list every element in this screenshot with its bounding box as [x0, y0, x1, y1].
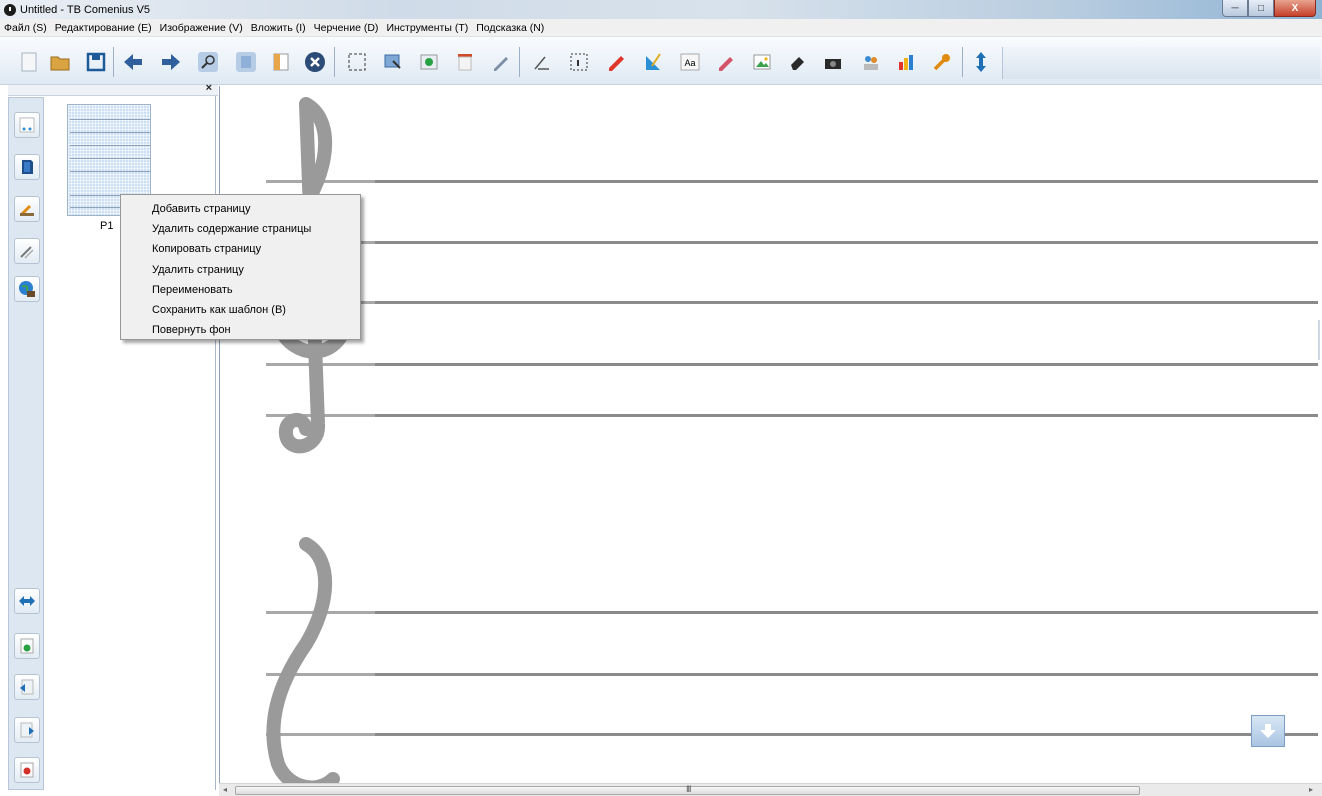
pencil-tools-icon[interactable] [14, 238, 40, 264]
stop-icon[interactable] [302, 49, 328, 75]
scroll-right-icon[interactable]: ▸ [1309, 785, 1313, 794]
eraser-icon[interactable] [785, 49, 811, 75]
menu-draw[interactable]: Черчение (D) [314, 22, 379, 34]
menu-item-add-page[interactable]: Добавить страницу [121, 199, 360, 219]
window-controls: ─ □ X [1222, 0, 1316, 17]
eraser-pen-icon[interactable] [713, 49, 739, 75]
menu-item-save-template[interactable]: Сохранить как шаблон (B) [121, 300, 360, 320]
toolbar-separator [334, 47, 335, 77]
menu-item-rename[interactable]: Переименовать [121, 280, 360, 300]
staff-line [375, 301, 1318, 304]
menu-item-copy-page[interactable]: Копировать страницу [121, 239, 360, 259]
save-icon[interactable] [83, 49, 109, 75]
camera-icon[interactable] [820, 49, 846, 75]
freehand-pen-icon[interactable] [529, 49, 555, 75]
pen-icon[interactable] [488, 49, 514, 75]
swap-arrows-icon[interactable] [14, 588, 40, 614]
main-toolbar: Aa [0, 37, 1322, 85]
expand-vertical-icon[interactable] [968, 49, 994, 75]
zoom-icon[interactable] [195, 49, 221, 75]
web-globe-icon[interactable] [14, 276, 40, 302]
vertical-scroll-indicator[interactable] [1318, 320, 1320, 360]
page-context-menu: Добавить страницу Удалить содержание стр… [120, 194, 361, 340]
menu-item-rotate-background[interactable]: Повернуть фон [121, 320, 360, 340]
close-button[interactable]: X [1274, 0, 1316, 17]
staff-line [375, 363, 1318, 366]
scrollbar-thumb[interactable]: III [235, 784, 1140, 795]
toolbar-separator [113, 47, 114, 77]
next-page-icon[interactable] [158, 49, 184, 75]
text-icon[interactable]: Aa [677, 49, 703, 75]
menu-help[interactable]: Подсказка (N) [476, 22, 544, 34]
menu-file[interactable]: Файл (S) [4, 22, 47, 34]
menu-bar: Файл (S) Редактирование (E) Изображение … [0, 19, 1322, 37]
thumbnail-staff-line [70, 119, 150, 120]
text-icon-label: Aa [684, 58, 695, 68]
toolbar-empty-area [1002, 47, 1320, 79]
book-icon[interactable] [14, 154, 40, 180]
note-icon[interactable] [268, 49, 294, 75]
menu-image[interactable]: Изображение (V) [160, 22, 243, 34]
thumbnail-staff-line [70, 145, 150, 146]
record-icon[interactable] [416, 49, 442, 75]
new-page-icon[interactable] [16, 49, 42, 75]
previous-page-icon[interactable] [14, 674, 40, 700]
staff-line [375, 673, 1318, 676]
thumbnail-staff-line [70, 171, 150, 172]
horizontal-scrollbar[interactable]: ◂ III ▸ [219, 783, 1322, 796]
curtain-icon[interactable] [452, 49, 478, 75]
tools-icon[interactable] [14, 196, 40, 222]
scroll-down-button[interactable] [1251, 715, 1285, 747]
scroll-left-icon[interactable]: ◂ [223, 785, 227, 794]
delete-page-icon[interactable] [14, 757, 40, 783]
next-page-icon[interactable] [14, 717, 40, 743]
minimize-button[interactable]: ─ [1222, 0, 1248, 17]
page-panel-header: × [8, 82, 218, 96]
page-layout-icon[interactable] [233, 49, 259, 75]
staff-line [375, 733, 1318, 736]
menu-edit[interactable]: Редактирование (E) [55, 22, 152, 34]
toolbar-separator [962, 47, 963, 77]
staff-line [375, 180, 1318, 183]
background-icon[interactable] [14, 112, 40, 138]
add-page-icon[interactable] [14, 633, 40, 659]
highlighter-icon[interactable] [604, 49, 630, 75]
down-arrow-icon [1260, 724, 1276, 738]
settings-wrench-icon[interactable] [929, 49, 955, 75]
left-tool-strip [8, 97, 44, 790]
title-bar: Untitled - TB Comenius V5 ─ □ X [0, 0, 1322, 19]
previous-page-icon[interactable] [120, 49, 146, 75]
menu-tools[interactable]: Инструменты (T) [386, 22, 468, 34]
treble-clef-icon [266, 537, 340, 783]
maximize-button[interactable]: □ [1248, 0, 1274, 17]
image-icon[interactable] [749, 49, 775, 75]
menu-insert[interactable]: Вложить (I) [251, 22, 306, 34]
staff-line [375, 414, 1318, 417]
open-folder-icon[interactable] [47, 49, 73, 75]
app-icon[interactable] [4, 3, 16, 16]
people-icon[interactable] [858, 49, 884, 75]
screen-capture-icon[interactable] [380, 49, 406, 75]
region-select-icon[interactable] [566, 49, 592, 75]
scrollbar-grip: III [686, 784, 691, 794]
staff-line [375, 611, 1318, 614]
menu-item-clear-page[interactable]: Удалить содержание страницы [121, 219, 360, 239]
panel-close-icon[interactable]: × [206, 82, 212, 94]
ruler-icon[interactable] [641, 49, 667, 75]
menu-item-delete-page[interactable]: Удалить страницу [121, 260, 360, 280]
select-area-icon[interactable] [344, 49, 370, 75]
thumbnail-staff-line [70, 132, 150, 133]
whiteboard-canvas[interactable] [219, 86, 1318, 783]
page-label: P1 [100, 220, 114, 232]
window-title: Untitled - TB Comenius V5 [20, 3, 151, 16]
toolbar-separator [519, 47, 520, 77]
chart-icon[interactable] [893, 49, 919, 75]
staff-line [375, 241, 1318, 244]
thumbnail-staff-line [70, 158, 150, 159]
